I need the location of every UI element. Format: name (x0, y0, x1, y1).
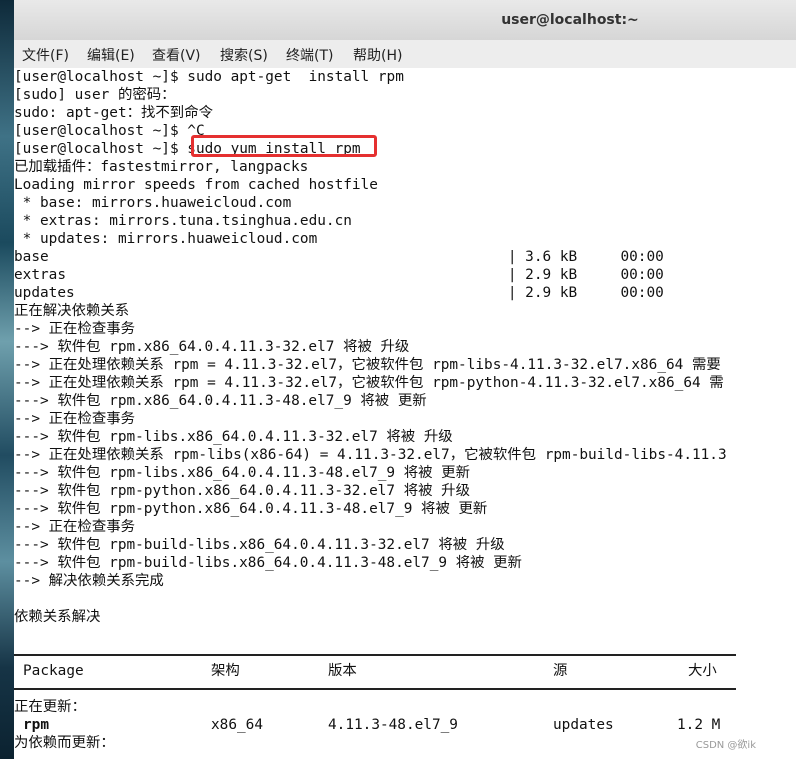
terminal-line: ---> 软件包 rpm-build-libs.x86_64.0.4.11.3-… (14, 555, 522, 571)
terminal-line: base | 3.6 kB 00:00 (14, 249, 664, 265)
terminal-line: ---> 软件包 rpm-python.x86_64.0.4.11.3-32.e… (14, 483, 470, 499)
menu-bar: 文件(F) 编辑(E) 查看(V) 搜索(S) 终端(T) 帮助(H) (14, 40, 796, 69)
watermark: CSDN @欲ik (695, 740, 756, 751)
terminal-output[interactable]: [user@localhost ~]$ sudo apt-get install… (14, 68, 796, 759)
terminal-line: updates | 2.9 kB 00:00 (14, 285, 664, 301)
row-rpm-size: 1.2 M (677, 717, 721, 733)
terminal-line: --> 正在检查事务 (14, 321, 135, 337)
terminal-line: ---> 软件包 rpm-build-libs.x86_64.0.4.11.3-… (14, 537, 505, 553)
menu-file[interactable]: 文件(F) (22, 45, 69, 65)
terminal-line: * updates: mirrors.huaweicloud.com (14, 231, 318, 247)
terminal-line: * extras: mirrors.tuna.tsinghua.edu.cn (14, 213, 352, 229)
section-updating: 正在更新： (14, 699, 86, 715)
terminal-line: 已加载插件：fastestmirror, langpacks (14, 159, 309, 175)
row-rpm-repo: updates (553, 717, 614, 733)
col-header-version: 版本 (328, 663, 357, 679)
col-header-repo: 源 (553, 663, 568, 679)
menu-terminal[interactable]: 终端(T) (286, 45, 333, 65)
title-bar[interactable]: user@localhost:~ (14, 0, 796, 41)
highlight-box (191, 135, 377, 157)
row-rpm-arch: x86_64 (211, 717, 263, 733)
terminal-line: sudo: apt-get：找不到命令 (14, 105, 213, 121)
menu-view[interactable]: 查看(V) (152, 45, 201, 65)
terminal-line: --> 正在处理依赖关系 rpm-libs(x86-64) = 4.11.3-3… (14, 447, 727, 463)
terminal-line: 依赖关系解决 (14, 609, 101, 625)
col-header-arch: 架构 (211, 663, 240, 679)
col-header-package: Package (23, 663, 84, 679)
table-header-rule (14, 688, 736, 690)
terminal-line: --> 正在检查事务 (14, 519, 135, 535)
terminal-line: Loading mirror speeds from cached hostfi… (14, 177, 378, 193)
desktop-background (0, 0, 14, 759)
terminal-window: user@localhost:~ 文件(F) 编辑(E) 查看(V) 搜索(S)… (14, 0, 796, 759)
terminal-line: --> 解决依赖关系完成 (14, 573, 164, 589)
terminal-line: --> 正在检查事务 (14, 411, 135, 427)
terminal-line: --> 正在处理依赖关系 rpm = 4.11.3-32.el7，它被软件包 r… (14, 375, 724, 391)
terminal-line: ---> 软件包 rpm-libs.x86_64.0.4.11.3-48.el7… (14, 465, 470, 481)
row-rpm-version: 4.11.3-48.el7_9 (328, 717, 458, 733)
menu-edit[interactable]: 编辑(E) (87, 45, 135, 65)
terminal-line: --> 正在处理依赖关系 rpm = 4.11.3-32.el7，它被软件包 r… (14, 357, 721, 373)
window-title: user@localhost:~ (501, 12, 639, 28)
section-dep-updating: 为依赖而更新： (14, 735, 115, 751)
menu-help[interactable]: 帮助(H) (353, 45, 402, 65)
terminal-line: ---> 软件包 rpm-python.x86_64.0.4.11.3-48.e… (14, 501, 488, 517)
terminal-line: 正在解决依赖关系 (14, 303, 130, 319)
terminal-line: * base: mirrors.huaweicloud.com (14, 195, 292, 211)
table-top-rule (14, 654, 736, 656)
terminal-line: [sudo] user 的密码： (14, 87, 176, 103)
menu-search[interactable]: 搜索(S) (220, 45, 268, 65)
terminal-line: [user@localhost ~]$ ^C (14, 123, 205, 139)
terminal-line: extras | 2.9 kB 00:00 (14, 267, 664, 283)
row-rpm-package: rpm (23, 717, 49, 733)
terminal-line: [user@localhost ~]$ sudo apt-get install… (14, 69, 404, 85)
terminal-line: ---> 软件包 rpm.x86_64.0.4.11.3-32.el7 将被 升… (14, 339, 410, 355)
terminal-line: ---> 软件包 rpm.x86_64.0.4.11.3-48.el7_9 将被… (14, 393, 427, 409)
col-header-size: 大小 (688, 663, 717, 679)
terminal-line: ---> 软件包 rpm-libs.x86_64.0.4.11.3-32.el7… (14, 429, 453, 445)
